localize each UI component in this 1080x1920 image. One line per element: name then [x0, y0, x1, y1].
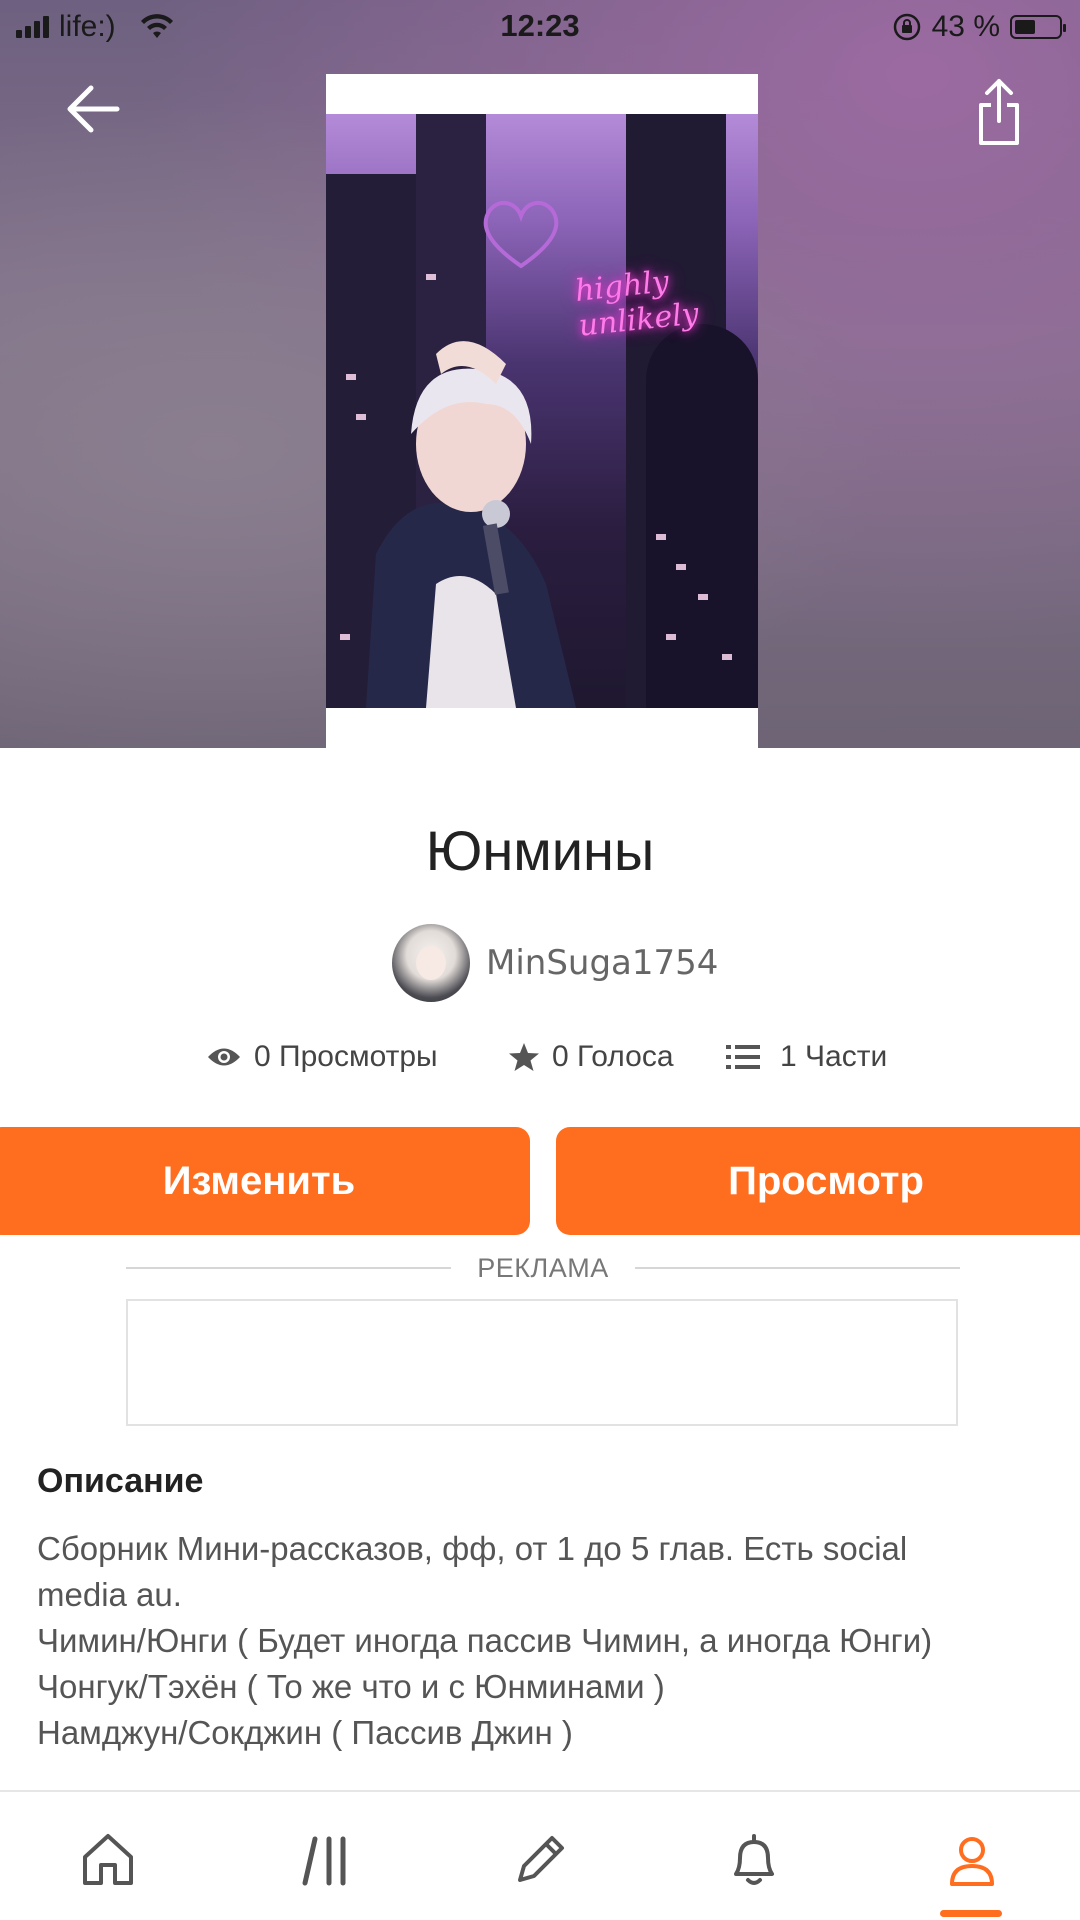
status-right: 43 %: [892, 10, 1066, 44]
views-count: 0: [254, 1040, 271, 1073]
hero-background: life:) 12:23 43 % highly unlikely: [0, 0, 1080, 748]
preview-button[interactable]: Просмотр: [556, 1127, 1080, 1235]
arrow-left-icon: [67, 85, 120, 133]
divider: [126, 1267, 452, 1269]
cover-figure-graphic: [366, 341, 576, 708]
views-stat: 0 Просмотры: [206, 1040, 438, 1074]
story-title: Юнмины: [425, 819, 655, 882]
ad-label-row: РЕКЛАМА: [126, 1250, 961, 1286]
story-details-screen: life:) 12:23 43 % highly unlikely Юнмины…: [0, 0, 1080, 1920]
author-name: MinSuga1754: [486, 943, 719, 983]
share-icon: [979, 79, 1019, 145]
description-line: media au.: [37, 1576, 182, 1613]
profile-icon: [950, 1837, 994, 1886]
ad-label: РЕКЛАМА: [477, 1252, 609, 1283]
description-heading: Описание: [37, 1462, 204, 1500]
eye-icon: [208, 1048, 240, 1066]
nav-home[interactable]: [68, 1820, 148, 1900]
story-stats: 0 Просмотры 0 Голоса 1 Части: [0, 1040, 1080, 1090]
votes-label: Голоса: [577, 1040, 674, 1073]
description-line: Чонгук/Тэхён ( То же что и с Юнминами ): [37, 1668, 665, 1705]
parts-stat[interactable]: 1 Части: [726, 1040, 887, 1074]
nav-library[interactable]: [288, 1820, 368, 1900]
battery-percent: 43 %: [931, 10, 1000, 43]
votes-count: 0: [552, 1040, 569, 1073]
description-line: Сборник Мини-рассказов, фф, от 1 до 5 гл…: [37, 1530, 908, 1567]
author-link[interactable]: MinSuga1754: [392, 924, 718, 1002]
story-cover[interactable]: highly unlikely: [326, 74, 758, 748]
description-text: Сборник Мини-рассказов, фф, от 1 до 5 гл…: [37, 1526, 1047, 1756]
status-bar: life:) 12:23 43 %: [0, 0, 1080, 56]
divider: [634, 1267, 961, 1269]
views-label: Просмотры: [279, 1040, 438, 1073]
edit-button[interactable]: Изменить: [0, 1127, 530, 1235]
parts-label: Части: [805, 1040, 888, 1073]
avatar: [392, 924, 470, 1002]
parts-count: 1: [780, 1040, 797, 1073]
nav-write[interactable]: [500, 1820, 580, 1900]
description-line: Намджун/Сокджин ( Пассив Джин ): [37, 1714, 573, 1751]
notifications-icon: [734, 1834, 774, 1885]
ad-placeholder[interactable]: [126, 1299, 958, 1426]
share-button[interactable]: [964, 72, 1034, 152]
votes-stat: 0 Голоса: [508, 1040, 674, 1074]
library-icon: [302, 1836, 346, 1886]
cover-neon-text: highly unlikely: [573, 264, 701, 344]
list-icon: [726, 1045, 760, 1069]
back-button[interactable]: [58, 74, 128, 144]
nav-notifications[interactable]: [714, 1820, 794, 1900]
neon-heart-graphic: [483, 200, 559, 269]
write-icon: [518, 1836, 564, 1882]
bottom-navigation: [0, 1790, 1080, 1920]
star-icon: [509, 1043, 539, 1071]
home-icon: [83, 1834, 133, 1885]
battery-icon: [1010, 15, 1066, 39]
rotation-lock-icon: [893, 13, 920, 41]
description-line: Чимин/Юнги ( Будет иногда пассив Чимин, …: [37, 1622, 933, 1659]
active-tab-indicator: [940, 1910, 1002, 1917]
cover-image: highly unlikely: [326, 114, 758, 708]
nav-profile[interactable]: [932, 1820, 1012, 1900]
